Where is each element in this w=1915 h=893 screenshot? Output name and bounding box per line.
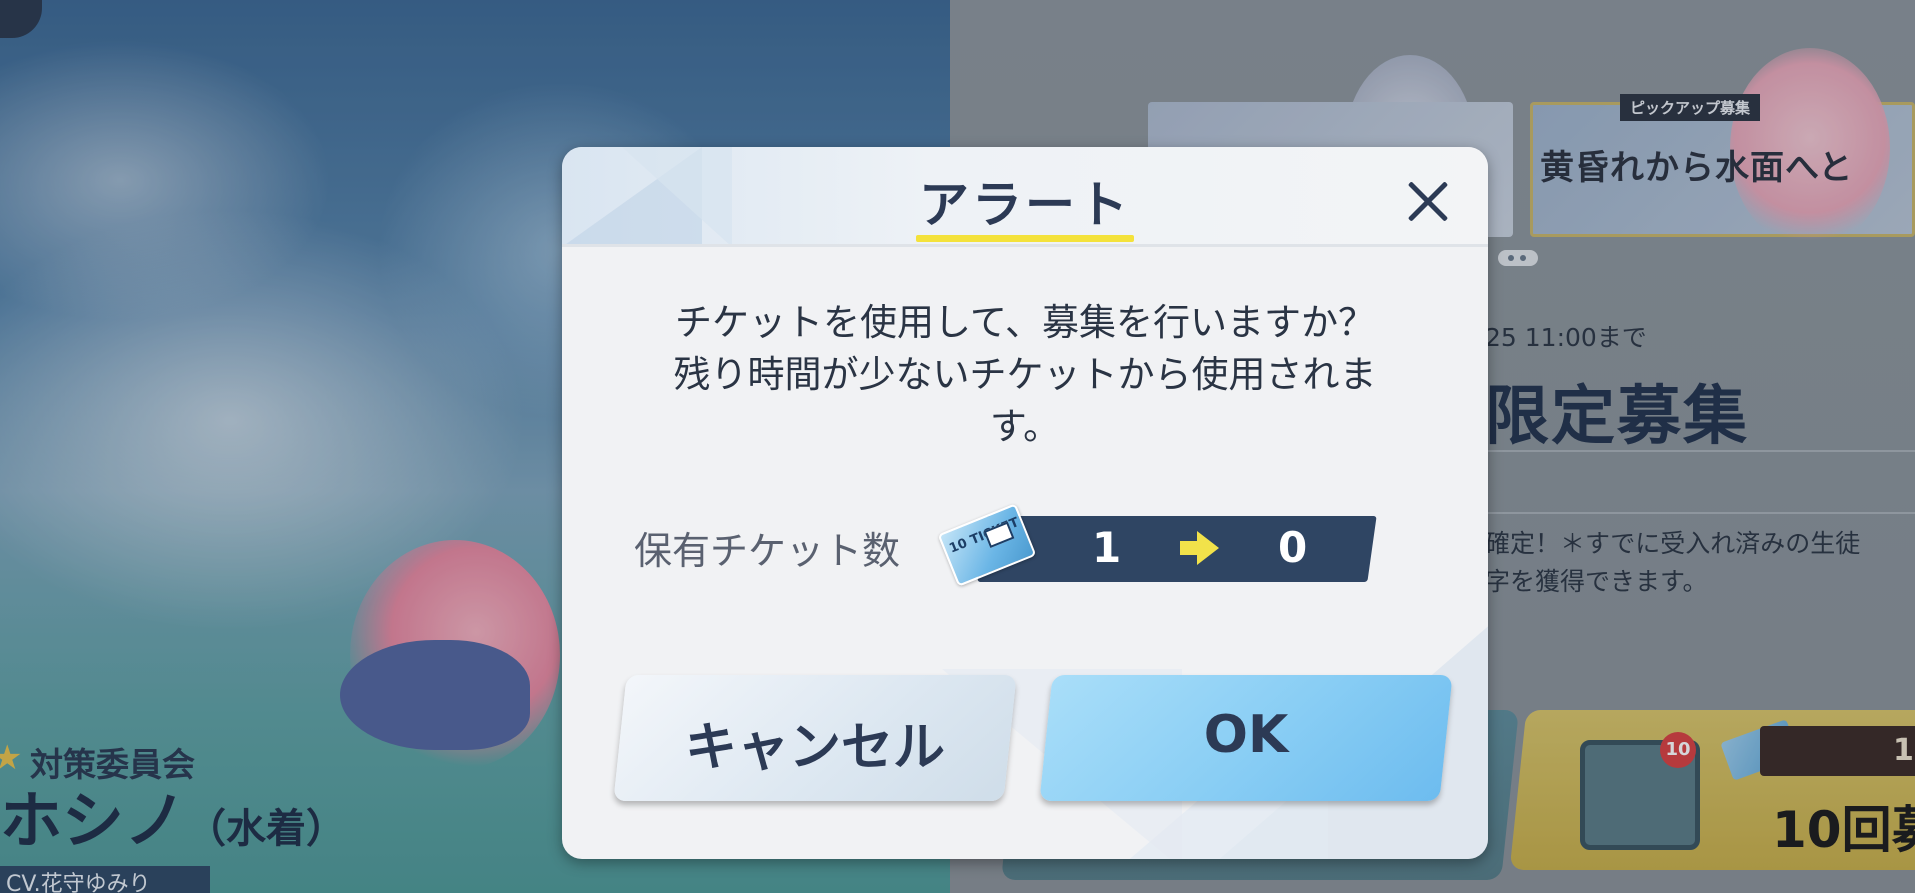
ticket-icon-text: 10 TICKET: [947, 515, 1022, 557]
title-underline: [916, 235, 1134, 242]
cancel-button-label[interactable]: キャンセル: [620, 705, 1010, 780]
dialog-message-line: す。: [989, 405, 1061, 448]
ticket-count-before: 1: [1092, 523, 1122, 572]
dialog-title: アラート: [919, 176, 1131, 234]
close-icon[interactable]: [1400, 175, 1454, 229]
ok-button-label[interactable]: OK: [1046, 705, 1446, 765]
ticket-count-label: 保有チケット数: [634, 529, 901, 573]
dialog-message: チケットを使用して、募集を行いますか？ 残り時間が少ないチケットから使用されま …: [642, 297, 1408, 453]
dialog-message-line: 残り時間が少ないチケットから使用されま: [673, 353, 1377, 396]
alert-dialog: アラート チケットを使用して、募集を行いますか？ 残り時間が少ないチケットから使…: [562, 147, 1488, 859]
arrow-right-icon: [1180, 531, 1219, 565]
ticket-count-after: 0: [1278, 523, 1308, 572]
dialog-message-line: チケットを使用して、募集を行いますか？: [674, 301, 1376, 344]
ticket-count-bar: [977, 516, 1377, 582]
